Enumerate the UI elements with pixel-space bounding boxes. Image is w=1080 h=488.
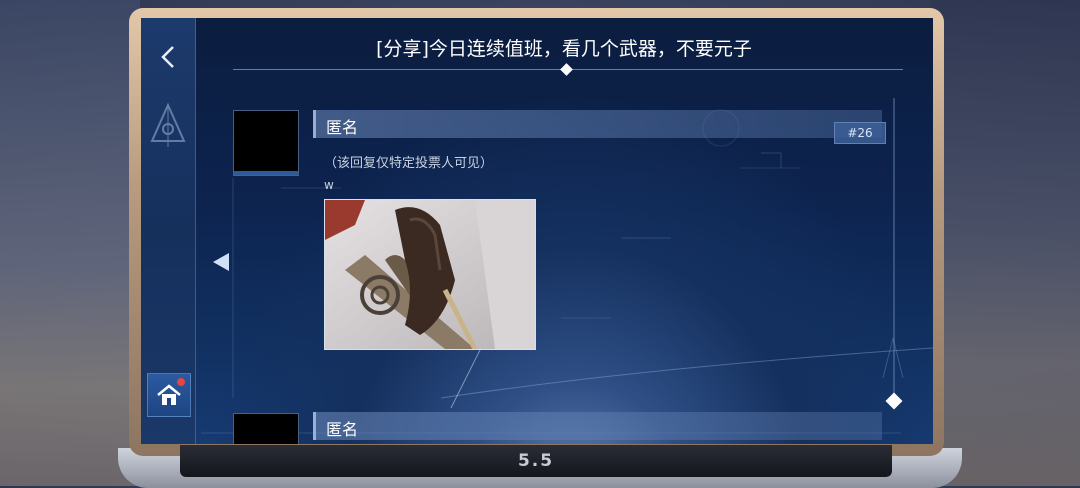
- post-text: w: [324, 178, 334, 192]
- left-sidebar: [141, 18, 196, 444]
- back-button[interactable]: [149, 38, 187, 76]
- background-left: [0, 0, 140, 486]
- author-name[interactable]: 匿名: [326, 416, 358, 440]
- post-header: 匿名: [313, 412, 882, 440]
- laptop-hinge: 5.5: [180, 445, 892, 477]
- chevron-left-icon: [161, 46, 174, 68]
- scroll-track: [893, 98, 895, 398]
- page-title: [分享]今日连续值班，看几个武器，不要元子: [376, 38, 752, 60]
- laptop-logo: 5.5: [517, 451, 555, 471]
- home-button[interactable]: [147, 373, 191, 417]
- triangle-left-icon: [213, 253, 229, 271]
- post-header: 匿名: [313, 110, 882, 138]
- scroll-handle[interactable]: [885, 392, 903, 410]
- avatar[interactable]: [233, 110, 299, 176]
- background-right: [930, 0, 1080, 486]
- avatar[interactable]: [233, 413, 299, 444]
- forum-screen: [分享]今日连续值班，看几个武器，不要元子 匿名 #26 （该回复仅特定投票人可…: [141, 18, 933, 444]
- emblem-icon: [145, 96, 191, 156]
- post-image-artwork: [325, 200, 535, 349]
- post-image[interactable]: [324, 199, 536, 350]
- visibility-note: （该回复仅特定投票人可见）: [324, 156, 494, 171]
- previous-arrow[interactable]: [209, 250, 233, 274]
- home-icon: [157, 384, 181, 405]
- author-name[interactable]: 匿名: [326, 114, 358, 138]
- header-diamond-icon: [560, 63, 573, 76]
- notification-dot: [177, 378, 185, 386]
- floor-badge: #26: [834, 122, 886, 144]
- decorative-lines: [201, 109, 933, 434]
